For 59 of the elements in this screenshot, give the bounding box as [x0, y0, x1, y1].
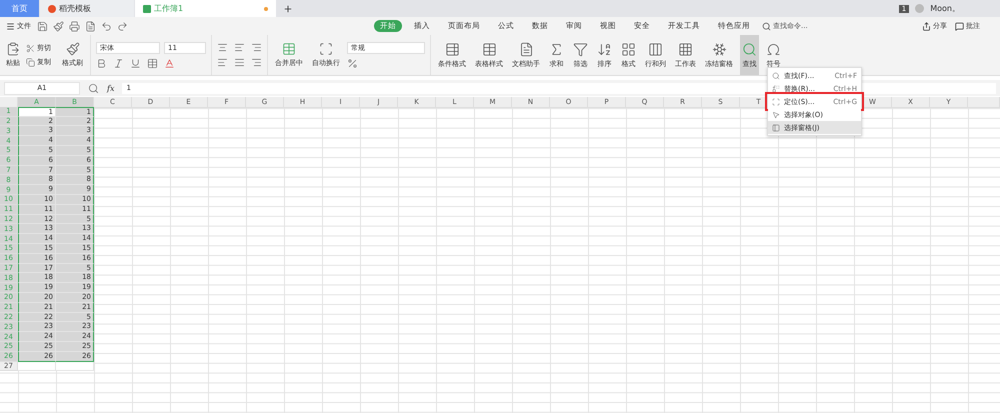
search-icon	[762, 22, 771, 30]
percent-icon	[347, 58, 358, 68]
save-icon	[37, 20, 48, 32]
columns-icon	[648, 42, 663, 56]
menu-icon	[6, 22, 15, 30]
brush-icon	[53, 20, 64, 32]
document-icon	[518, 42, 534, 56]
snowflake-icon	[712, 42, 726, 56]
italic-icon	[113, 58, 124, 68]
unsaved-dot	[264, 6, 268, 10]
panel-icon	[772, 124, 780, 132]
frame-icon	[319, 42, 333, 56]
zoom-icon	[88, 82, 99, 94]
search-icon	[772, 72, 780, 80]
share-icon	[922, 22, 931, 30]
align-icon	[234, 42, 245, 53]
document-tab[interactable]: 稻壳模板	[40, 0, 134, 17]
redo-icon	[117, 20, 128, 32]
align-icon	[251, 57, 262, 68]
comment-icon	[955, 22, 964, 30]
new-tab-icon[interactable]	[283, 4, 293, 14]
align-icon	[217, 57, 228, 68]
preview-icon	[85, 20, 96, 32]
grid-icon	[621, 42, 636, 56]
tab-label: 首页	[12, 3, 28, 14]
font-color-icon	[164, 58, 175, 68]
tab-label: 工作簿1	[154, 3, 184, 14]
align-icon	[234, 57, 245, 68]
border-icon	[147, 58, 158, 68]
sheet-icon	[143, 4, 151, 12]
funnel-icon	[573, 42, 588, 56]
table-icon	[482, 42, 496, 56]
pointer-icon	[772, 110, 780, 118]
flame-icon	[48, 4, 56, 12]
column-header[interactable]	[968, 97, 1000, 108]
copy-icon	[26, 58, 35, 66]
undo-icon	[101, 20, 112, 32]
table-cell	[18, 362, 56, 372]
align-icon	[217, 42, 228, 53]
table-icon	[282, 42, 296, 56]
tab-label: 稻壳模板	[59, 3, 91, 14]
scissors-icon	[26, 44, 35, 52]
fx-label: fx	[107, 84, 114, 92]
align-icon	[251, 42, 262, 53]
corner-cell[interactable]	[0, 97, 18, 108]
user-name: Moon。	[930, 3, 960, 14]
bold-icon	[96, 58, 107, 68]
table-cell	[56, 362, 94, 372]
grid-icon	[678, 42, 693, 56]
print-icon	[69, 20, 80, 32]
sort-icon	[597, 42, 612, 56]
table-icon	[444, 42, 460, 56]
crosshair-icon	[772, 98, 780, 106]
clipboard-icon	[6, 42, 20, 56]
brush-icon	[66, 42, 80, 56]
underline-icon	[130, 58, 141, 68]
omega-icon	[766, 42, 781, 56]
search-icon	[742, 42, 757, 56]
avatar-icon	[915, 4, 924, 13]
